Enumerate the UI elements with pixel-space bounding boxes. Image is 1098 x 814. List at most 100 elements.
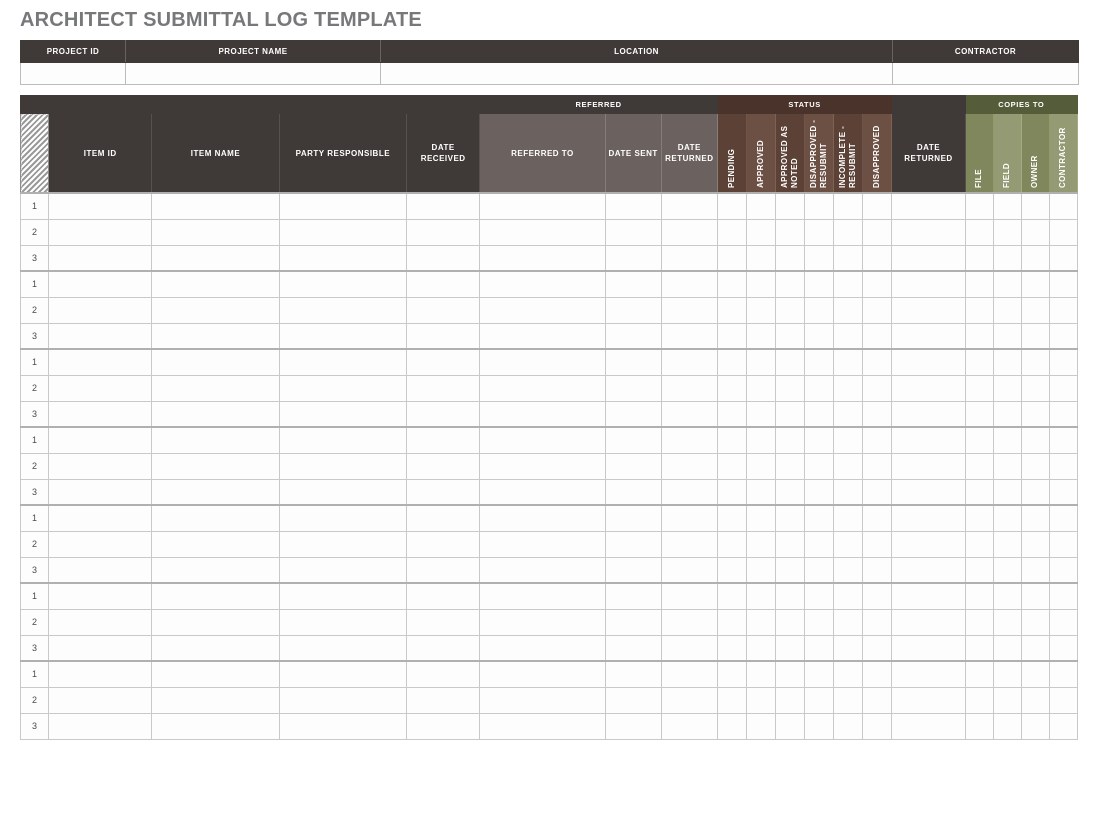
status-pending-cell[interactable] (716, 426, 747, 454)
item-id-cell[interactable] (48, 478, 153, 506)
copies-field-cell[interactable] (992, 556, 1022, 584)
status-disapproved-cell[interactable] (862, 660, 893, 688)
copies-contractor-cell[interactable] (1048, 270, 1079, 298)
status-disapproved-cell[interactable] (862, 374, 893, 402)
item-id-cell[interactable] (48, 348, 153, 376)
status-disapproved-cell[interactable] (862, 452, 893, 480)
date-returned-referred-cell[interactable] (660, 504, 718, 532)
status-approved-as-noted-cell[interactable] (775, 244, 806, 272)
status-incomplete-resubmit-cell[interactable] (833, 634, 864, 662)
item-name-cell[interactable] (151, 478, 280, 506)
copies-contractor-cell[interactable] (1048, 244, 1079, 272)
date-returned-cell[interactable] (891, 348, 966, 376)
status-disapproved-resubmit-cell[interactable] (804, 686, 835, 714)
date-returned-cell[interactable] (891, 296, 966, 324)
status-incomplete-resubmit-cell[interactable] (833, 712, 864, 740)
referred-to-cell[interactable] (479, 426, 606, 454)
copies-contractor-cell[interactable] (1048, 686, 1079, 714)
status-incomplete-resubmit-cell[interactable] (833, 556, 864, 584)
status-approved-as-noted-cell[interactable] (775, 530, 806, 558)
party-responsible-cell[interactable] (278, 400, 408, 428)
item-id-cell[interactable] (48, 608, 153, 636)
status-pending-cell[interactable] (716, 374, 747, 402)
item-name-cell[interactable] (151, 322, 280, 350)
copies-file-cell[interactable] (964, 374, 994, 402)
party-responsible-cell[interactable] (278, 582, 408, 610)
copies-file-cell[interactable] (964, 712, 994, 740)
date-sent-cell[interactable] (604, 582, 662, 610)
date-sent-cell[interactable] (604, 556, 662, 584)
item-name-cell[interactable] (151, 452, 280, 480)
date-returned-referred-cell[interactable] (660, 270, 718, 298)
date-returned-cell[interactable] (891, 374, 966, 402)
date-received-cell[interactable] (406, 686, 481, 714)
copies-owner-cell[interactable] (1020, 712, 1050, 740)
status-pending-cell[interactable] (716, 270, 747, 298)
item-id-cell[interactable] (48, 296, 153, 324)
status-disapproved-resubmit-cell[interactable] (804, 582, 835, 610)
status-disapproved-cell[interactable] (862, 426, 893, 454)
item-name-cell[interactable] (151, 660, 280, 688)
item-id-cell[interactable] (48, 712, 153, 740)
party-responsible-cell[interactable] (278, 218, 408, 246)
status-approved-cell[interactable] (745, 270, 777, 298)
copies-contractor-cell[interactable] (1048, 348, 1079, 376)
copies-contractor-cell[interactable] (1048, 582, 1079, 610)
item-id-cell[interactable] (48, 270, 153, 298)
status-approved-as-noted-cell[interactable] (775, 400, 806, 428)
copies-file-cell[interactable] (964, 348, 994, 376)
copies-contractor-cell[interactable] (1048, 400, 1079, 428)
status-disapproved-cell[interactable] (862, 192, 893, 220)
copies-owner-cell[interactable] (1020, 452, 1050, 480)
copies-owner-cell[interactable] (1020, 634, 1050, 662)
party-responsible-cell[interactable] (278, 270, 408, 298)
referred-to-cell[interactable] (479, 712, 606, 740)
copies-field-cell[interactable] (992, 218, 1022, 246)
item-id-cell[interactable] (48, 556, 153, 584)
date-returned-cell[interactable] (891, 556, 966, 584)
status-disapproved-resubmit-cell[interactable] (804, 608, 835, 636)
date-sent-cell[interactable] (604, 426, 662, 454)
status-disapproved-cell[interactable] (862, 322, 893, 350)
item-name-cell[interactable] (151, 530, 280, 558)
status-approved-cell[interactable] (745, 244, 777, 272)
date-returned-cell[interactable] (891, 400, 966, 428)
copies-field-cell[interactable] (992, 374, 1022, 402)
date-returned-cell[interactable] (891, 322, 966, 350)
status-incomplete-resubmit-cell[interactable] (833, 270, 864, 298)
referred-to-cell[interactable] (479, 218, 606, 246)
referred-to-cell[interactable] (479, 270, 606, 298)
status-disapproved-cell[interactable] (862, 296, 893, 324)
status-disapproved-cell[interactable] (862, 504, 893, 532)
status-approved-cell[interactable] (745, 478, 777, 506)
status-disapproved-resubmit-cell[interactable] (804, 296, 835, 324)
referred-to-cell[interactable] (479, 530, 606, 558)
copies-contractor-cell[interactable] (1048, 322, 1079, 350)
date-received-cell[interactable] (406, 608, 481, 636)
date-sent-cell[interactable] (604, 504, 662, 532)
copies-contractor-cell[interactable] (1048, 556, 1079, 584)
status-approved-cell[interactable] (745, 686, 777, 714)
copies-owner-cell[interactable] (1020, 348, 1050, 376)
status-pending-cell[interactable] (716, 452, 747, 480)
status-approved-as-noted-cell[interactable] (775, 478, 806, 506)
party-responsible-cell[interactable] (278, 686, 408, 714)
status-disapproved-resubmit-cell[interactable] (804, 322, 835, 350)
status-disapproved-resubmit-cell[interactable] (804, 374, 835, 402)
status-approved-cell[interactable] (745, 322, 777, 350)
date-returned-cell[interactable] (891, 608, 966, 636)
status-disapproved-cell[interactable] (862, 478, 893, 506)
status-approved-as-noted-cell[interactable] (775, 296, 806, 324)
status-approved-cell[interactable] (745, 348, 777, 376)
copies-field-cell[interactable] (992, 244, 1022, 272)
status-approved-as-noted-cell[interactable] (775, 322, 806, 350)
copies-contractor-cell[interactable] (1048, 660, 1079, 688)
item-name-cell[interactable] (151, 400, 280, 428)
date-returned-cell[interactable] (891, 712, 966, 740)
item-name-cell[interactable] (151, 608, 280, 636)
copies-field-cell[interactable] (992, 478, 1022, 506)
date-received-cell[interactable] (406, 478, 481, 506)
referred-to-cell[interactable] (479, 478, 606, 506)
date-returned-cell[interactable] (891, 270, 966, 298)
item-id-cell[interactable] (48, 192, 153, 220)
